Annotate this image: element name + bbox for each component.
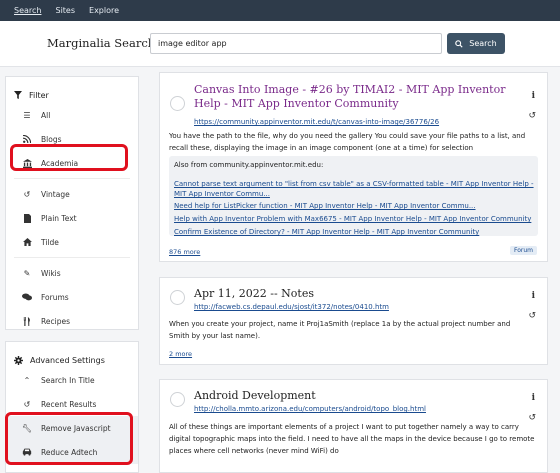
top-nav: Search Sites Explore	[0, 0, 560, 21]
more-results-link[interactable]: 2 more	[169, 350, 192, 358]
history-icon: ↺	[23, 189, 31, 199]
file-icon	[22, 213, 32, 223]
also-link[interactable]: Help with App Inventor Problem with Max6…	[174, 214, 536, 224]
filter-item-tilde[interactable]: Tilde	[6, 230, 138, 254]
result-favicon	[170, 290, 185, 305]
search-icon	[455, 39, 463, 48]
result-description: All of these things are important elemen…	[169, 423, 535, 455]
gear-icon	[14, 355, 23, 365]
academia-highlight-box	[10, 144, 128, 171]
result-url-link[interactable]: https://community.appinventor.mit.edu/t/…	[194, 118, 439, 126]
search-button[interactable]: Search	[447, 33, 505, 54]
filter-title-label: Filter	[29, 90, 49, 100]
setting-label: Search In Title	[41, 375, 95, 385]
result-description: When you create your project, name it Pr…	[169, 320, 511, 340]
history-icon: ↺	[23, 399, 31, 409]
rss-icon	[22, 134, 32, 144]
also-link[interactable]: Confirm Existence of Directory? - MIT Ap…	[174, 227, 536, 237]
result-title-link[interactable]: Apr 11, 2022 -- Notes	[194, 287, 314, 301]
result-favicon	[170, 392, 185, 407]
divider	[14, 257, 130, 258]
home-icon	[22, 237, 32, 247]
search-result: Android Development http://cholla.mmto.a…	[159, 379, 548, 473]
filter-title: Filter	[6, 77, 138, 103]
caret-up-icon: ⌃	[23, 375, 31, 385]
also-from-box: Also from community.appinventor.mit.edu:…	[169, 156, 538, 236]
setting-search-in-title[interactable]: ⌃ Search In Title	[6, 368, 138, 392]
filter-item-label: Vintage	[41, 189, 70, 199]
utensils-icon	[22, 316, 32, 326]
search-result: Canvas Into Image - #26 by TIMAI2 - MIT …	[159, 72, 548, 262]
funnel-icon	[14, 91, 22, 99]
adv-settings-highlight-box	[5, 412, 133, 465]
filter-item-wikis[interactable]: ✎ Wikis	[6, 261, 138, 285]
filter-item-forums[interactable]: Forums	[6, 285, 138, 309]
header: Marginalia Search Search	[0, 21, 560, 67]
filter-item-all[interactable]: ☰ All	[6, 103, 138, 127]
forum-tag[interactable]: Forum	[509, 246, 537, 255]
result-title-link[interactable]: Android Development	[194, 389, 316, 403]
result-url-link[interactable]: http://cholla.mmto.arizona.edu/computers…	[194, 405, 426, 413]
search-button-label: Search	[469, 39, 497, 48]
result-description: You have the path to the file, why do yo…	[169, 132, 526, 152]
history-icon[interactable]: ↺	[528, 311, 536, 321]
more-results-link[interactable]: 876 more	[169, 248, 200, 256]
result-url-link[interactable]: http://facweb.cs.depaul.edu/sjost/it372/…	[194, 303, 389, 311]
info-icon[interactable]: i	[532, 393, 535, 403]
info-icon[interactable]: i	[532, 91, 535, 101]
filter-item-label: All	[41, 110, 51, 120]
setting-label: Recent Results	[41, 399, 97, 409]
filter-item-recipes[interactable]: Recipes	[6, 309, 138, 333]
filter-item-label: Plain Text	[41, 213, 77, 223]
filter-item-label: Forums	[41, 292, 69, 302]
nav-explore-link[interactable]: Explore	[89, 6, 119, 15]
result-favicon	[170, 96, 185, 111]
advanced-settings-title: Advanced Settings	[6, 342, 138, 368]
filter-item-label: Wikis	[41, 268, 61, 278]
filter-item-label: Tilde	[41, 237, 59, 247]
list-icon: ☰	[23, 110, 31, 120]
pen-icon: ✎	[23, 268, 31, 278]
nav-search-link[interactable]: Search	[14, 6, 41, 15]
filter-item-plain-text[interactable]: Plain Text	[6, 206, 138, 230]
filter-panel: Filter ☰ All Blogs Academia ↺ Vintage Plai…	[5, 76, 139, 330]
result-title-link[interactable]: Canvas Into Image - #26 by TIMAI2 - MIT …	[194, 83, 514, 111]
divider	[14, 178, 130, 179]
info-icon[interactable]: i	[532, 291, 535, 301]
advanced-settings-label: Advanced Settings	[30, 355, 105, 365]
filter-item-label: Recipes	[41, 316, 70, 326]
comments-icon	[22, 292, 32, 302]
search-result: Apr 11, 2022 -- Notes http://facweb.cs.d…	[159, 277, 548, 365]
history-icon[interactable]: ↺	[528, 111, 536, 121]
also-link[interactable]: Need help for ListPicker function - MIT …	[174, 201, 536, 211]
also-link[interactable]: Cannot parse text argument to "list from…	[174, 179, 536, 199]
filter-item-label: Blogs	[41, 134, 62, 144]
search-input[interactable]	[150, 33, 442, 54]
site-brand[interactable]: Marginalia Search	[47, 36, 155, 50]
filter-item-vintage[interactable]: ↺ Vintage	[6, 182, 138, 206]
nav-sites-link[interactable]: Sites	[55, 6, 75, 15]
also-from-title: Also from community.appinventor.mit.edu:	[174, 161, 324, 169]
